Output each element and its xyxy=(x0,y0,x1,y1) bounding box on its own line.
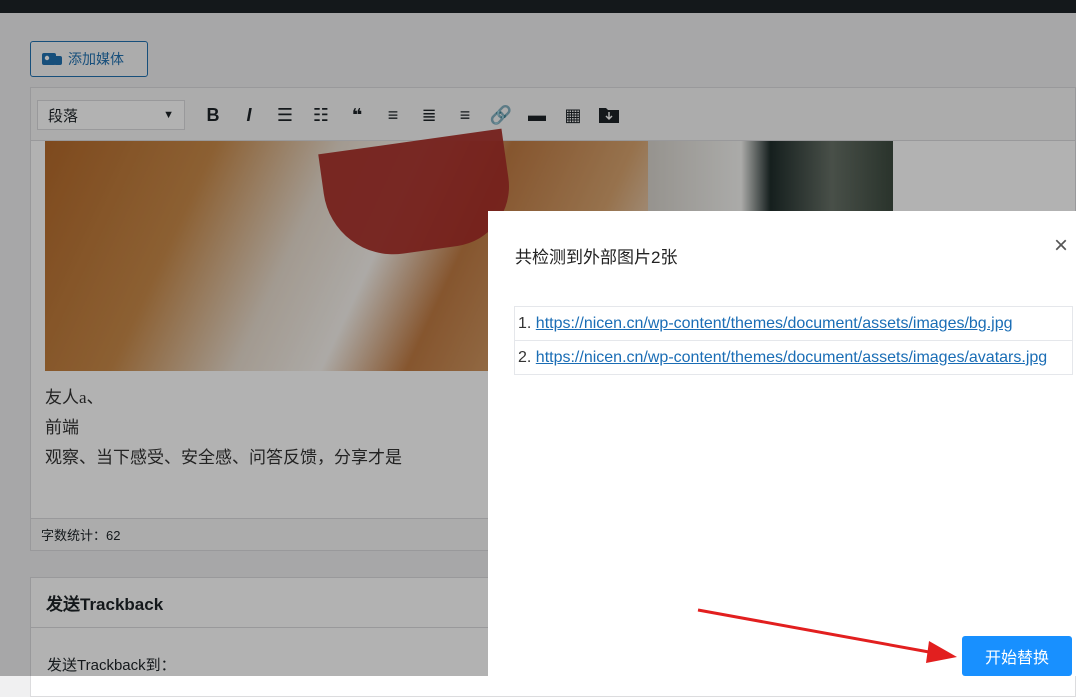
list-item-index: 1. xyxy=(518,315,532,332)
external-images-dialog: 共检测到外部图片2张 × 1. https://nicen.cn/wp-cont… xyxy=(488,211,1076,676)
start-replace-button[interactable]: 开始替换 xyxy=(962,636,1072,676)
close-icon[interactable]: × xyxy=(1047,231,1075,261)
dialog-title: 共检测到外部图片2张 xyxy=(515,248,678,267)
image-url-list: 1. https://nicen.cn/wp-content/themes/do… xyxy=(514,306,1073,375)
list-item: 2. https://nicen.cn/wp-content/themes/do… xyxy=(514,340,1073,375)
list-item: 1. https://nicen.cn/wp-content/themes/do… xyxy=(514,306,1073,340)
image-url-link[interactable]: https://nicen.cn/wp-content/themes/docum… xyxy=(536,315,1013,332)
image-url-link[interactable]: https://nicen.cn/wp-content/themes/docum… xyxy=(536,349,1047,366)
list-item-index: 2. xyxy=(518,349,532,366)
